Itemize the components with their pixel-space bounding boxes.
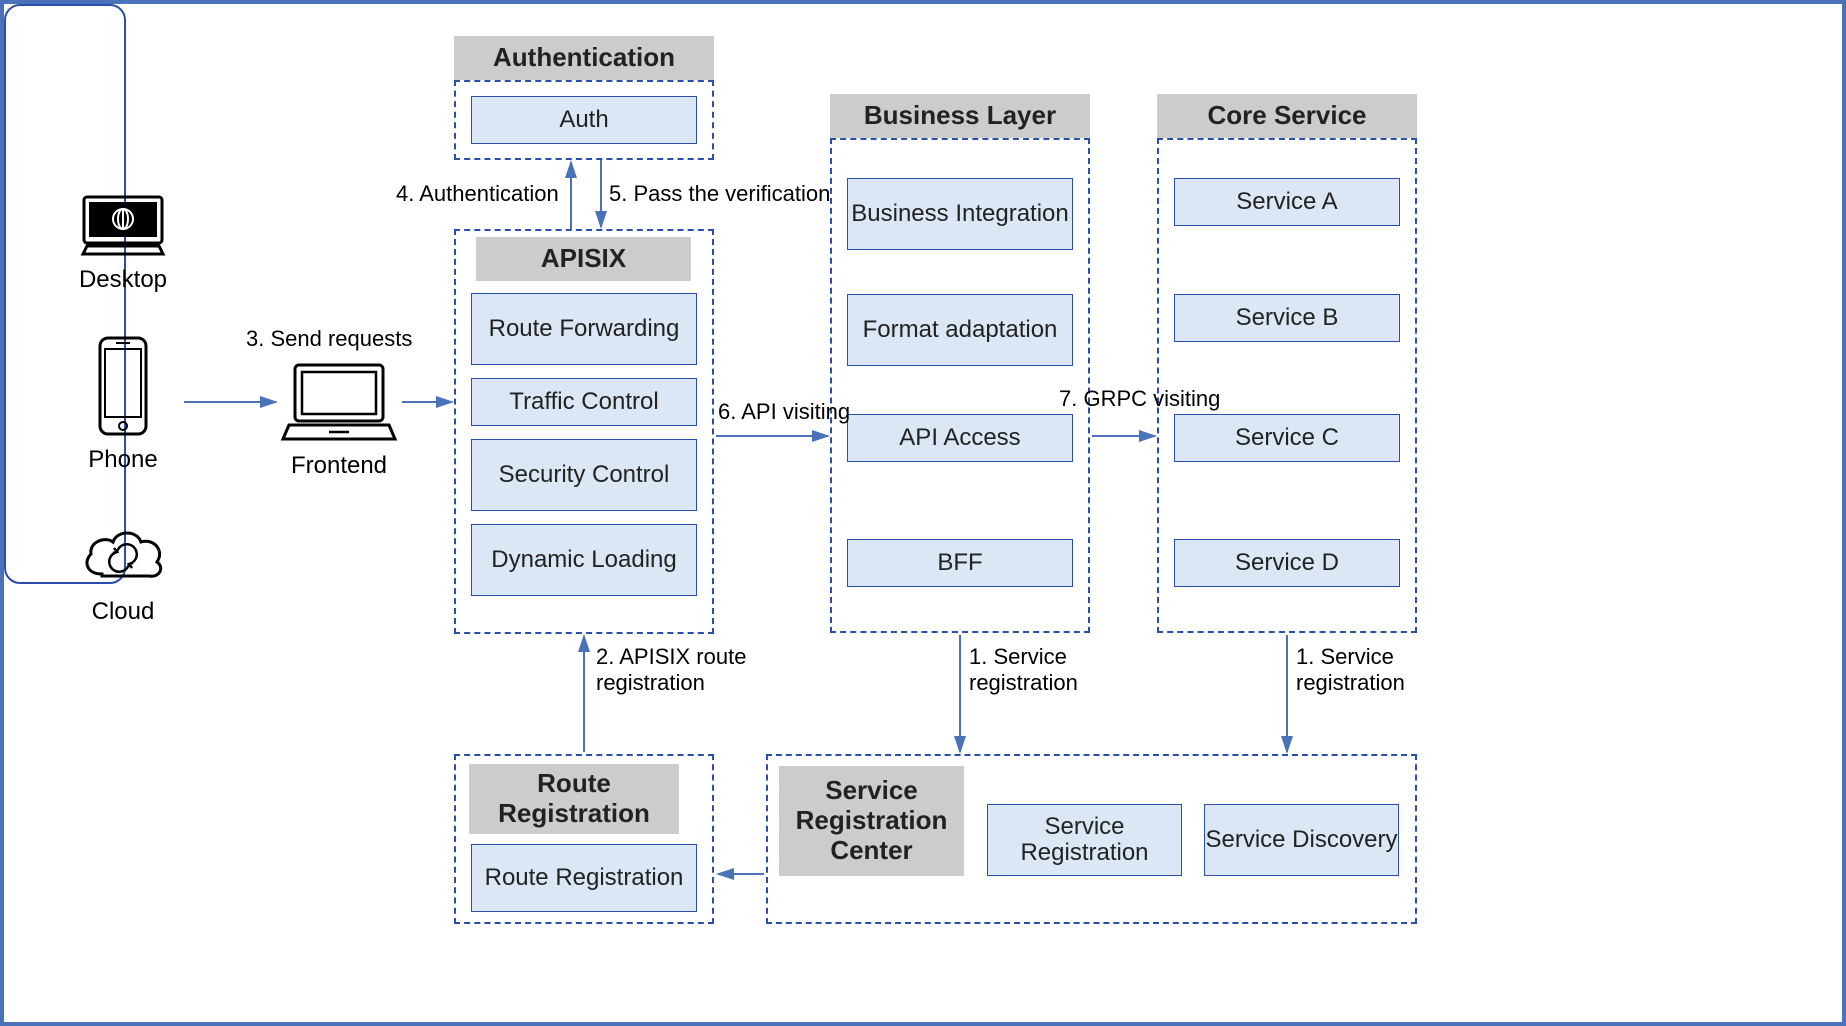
business-title: Business Layer <box>830 94 1090 138</box>
edge-1a: 1. Service registration <box>969 644 1099 696</box>
edge-5: 5. Pass the verification <box>609 181 830 207</box>
diagram-canvas: Desktop Phone Cloud Frontend Authenticat… <box>0 0 1846 1026</box>
core-item-3: Service D <box>1174 539 1400 587</box>
routereg-title: Route Registration <box>469 764 679 834</box>
business-item-1: Format adaptation <box>847 294 1073 366</box>
edge-2: 2. APISIX route registration <box>596 644 766 696</box>
apisix-item-2: Security Control <box>471 439 697 511</box>
phone-label: Phone <box>62 446 184 474</box>
cloud-label: Cloud <box>62 598 184 626</box>
core-item-1: Service B <box>1174 294 1400 342</box>
edge-6: 6. API visiting <box>718 399 850 425</box>
auth-box: Auth <box>471 96 697 144</box>
business-item-0: Business Integration <box>847 178 1073 250</box>
edge-3: 3. Send requests <box>246 326 412 352</box>
desktop-label: Desktop <box>62 266 184 294</box>
frontend-icon <box>279 359 399 447</box>
svccenter-title: Service Registration Center <box>779 766 964 876</box>
svccenter-box-0: Service Registration <box>987 804 1182 876</box>
apisix-item-1: Traffic Control <box>471 378 697 426</box>
device-group <box>4 4 126 584</box>
core-item-0: Service A <box>1174 178 1400 226</box>
apisix-title: APISIX <box>476 237 691 281</box>
edge-7: 7. GRPC visiting <box>1059 386 1220 412</box>
edge-4: 4. Authentication <box>396 181 559 207</box>
business-item-2: API Access <box>847 414 1073 462</box>
auth-title: Authentication <box>454 36 714 80</box>
business-item-3: BFF <box>847 539 1073 587</box>
core-item-2: Service C <box>1174 414 1400 462</box>
frontend-label: Frontend <box>279 452 399 480</box>
edge-1b: 1. Service registration <box>1296 644 1426 696</box>
apisix-item-0: Route Forwarding <box>471 293 697 365</box>
apisix-item-3: Dynamic Loading <box>471 524 697 596</box>
svccenter-box-1: Service Discovery <box>1204 804 1399 876</box>
core-title: Core Service <box>1157 94 1417 138</box>
routereg-box: Route Registration <box>471 844 697 912</box>
